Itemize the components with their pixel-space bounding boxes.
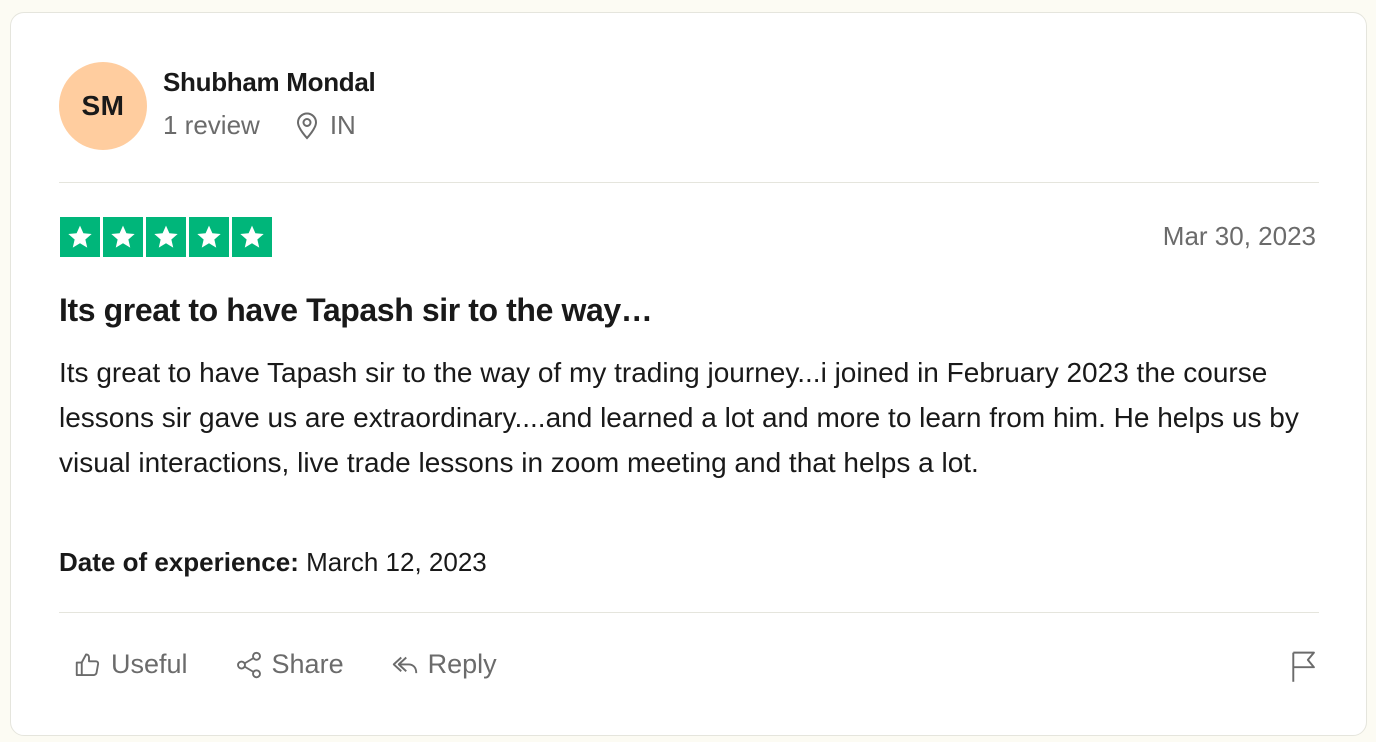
avatar[interactable]: SM: [59, 62, 147, 150]
footer-divider: [59, 612, 1319, 613]
review-title[interactable]: Its great to have Tapash sir to the way…: [59, 292, 653, 329]
share-button[interactable]: Share: [234, 649, 344, 680]
share-label: Share: [271, 649, 344, 679]
reply-label: Reply: [427, 649, 497, 679]
star-rating: [60, 217, 272, 257]
reply-icon: [392, 656, 417, 673]
useful-label: Useful: [111, 649, 188, 679]
header-divider: [59, 182, 1319, 183]
location-pin-icon: [294, 112, 320, 140]
experience-date: March 12, 2023: [298, 547, 487, 577]
reviewer-country: IN: [329, 110, 356, 140]
star-icon: [189, 217, 229, 257]
review-date: Mar 30, 2023: [1162, 221, 1316, 251]
reviewer-name[interactable]: Shubham Mondal: [163, 67, 376, 98]
reviewer-meta: 1 review IN: [163, 110, 356, 141]
thumbs-up-icon: [75, 652, 100, 676]
date-of-experience: Date of experience: March 12, 2023: [59, 547, 487, 578]
review-body: Its great to have Tapash sir to the way …: [59, 357, 1299, 478]
avatar-initials: SM: [81, 90, 125, 121]
flag-button[interactable]: [1288, 649, 1318, 688]
star-icon: [103, 217, 143, 257]
useful-button[interactable]: Useful: [73, 649, 188, 680]
review-card: SM Shubham Mondal 1 review IN Mar 30, 20…: [10, 12, 1367, 736]
reply-button[interactable]: Reply: [390, 649, 497, 680]
flag-icon: [1292, 651, 1315, 682]
star-icon: [232, 217, 272, 257]
experience-label: Date of experience:: [59, 547, 299, 577]
star-icon: [60, 217, 100, 257]
star-icon: [146, 217, 186, 257]
review-actions: Useful Share Reply: [73, 649, 543, 680]
share-icon: [236, 651, 261, 678]
review-count: 1 review: [163, 110, 260, 140]
